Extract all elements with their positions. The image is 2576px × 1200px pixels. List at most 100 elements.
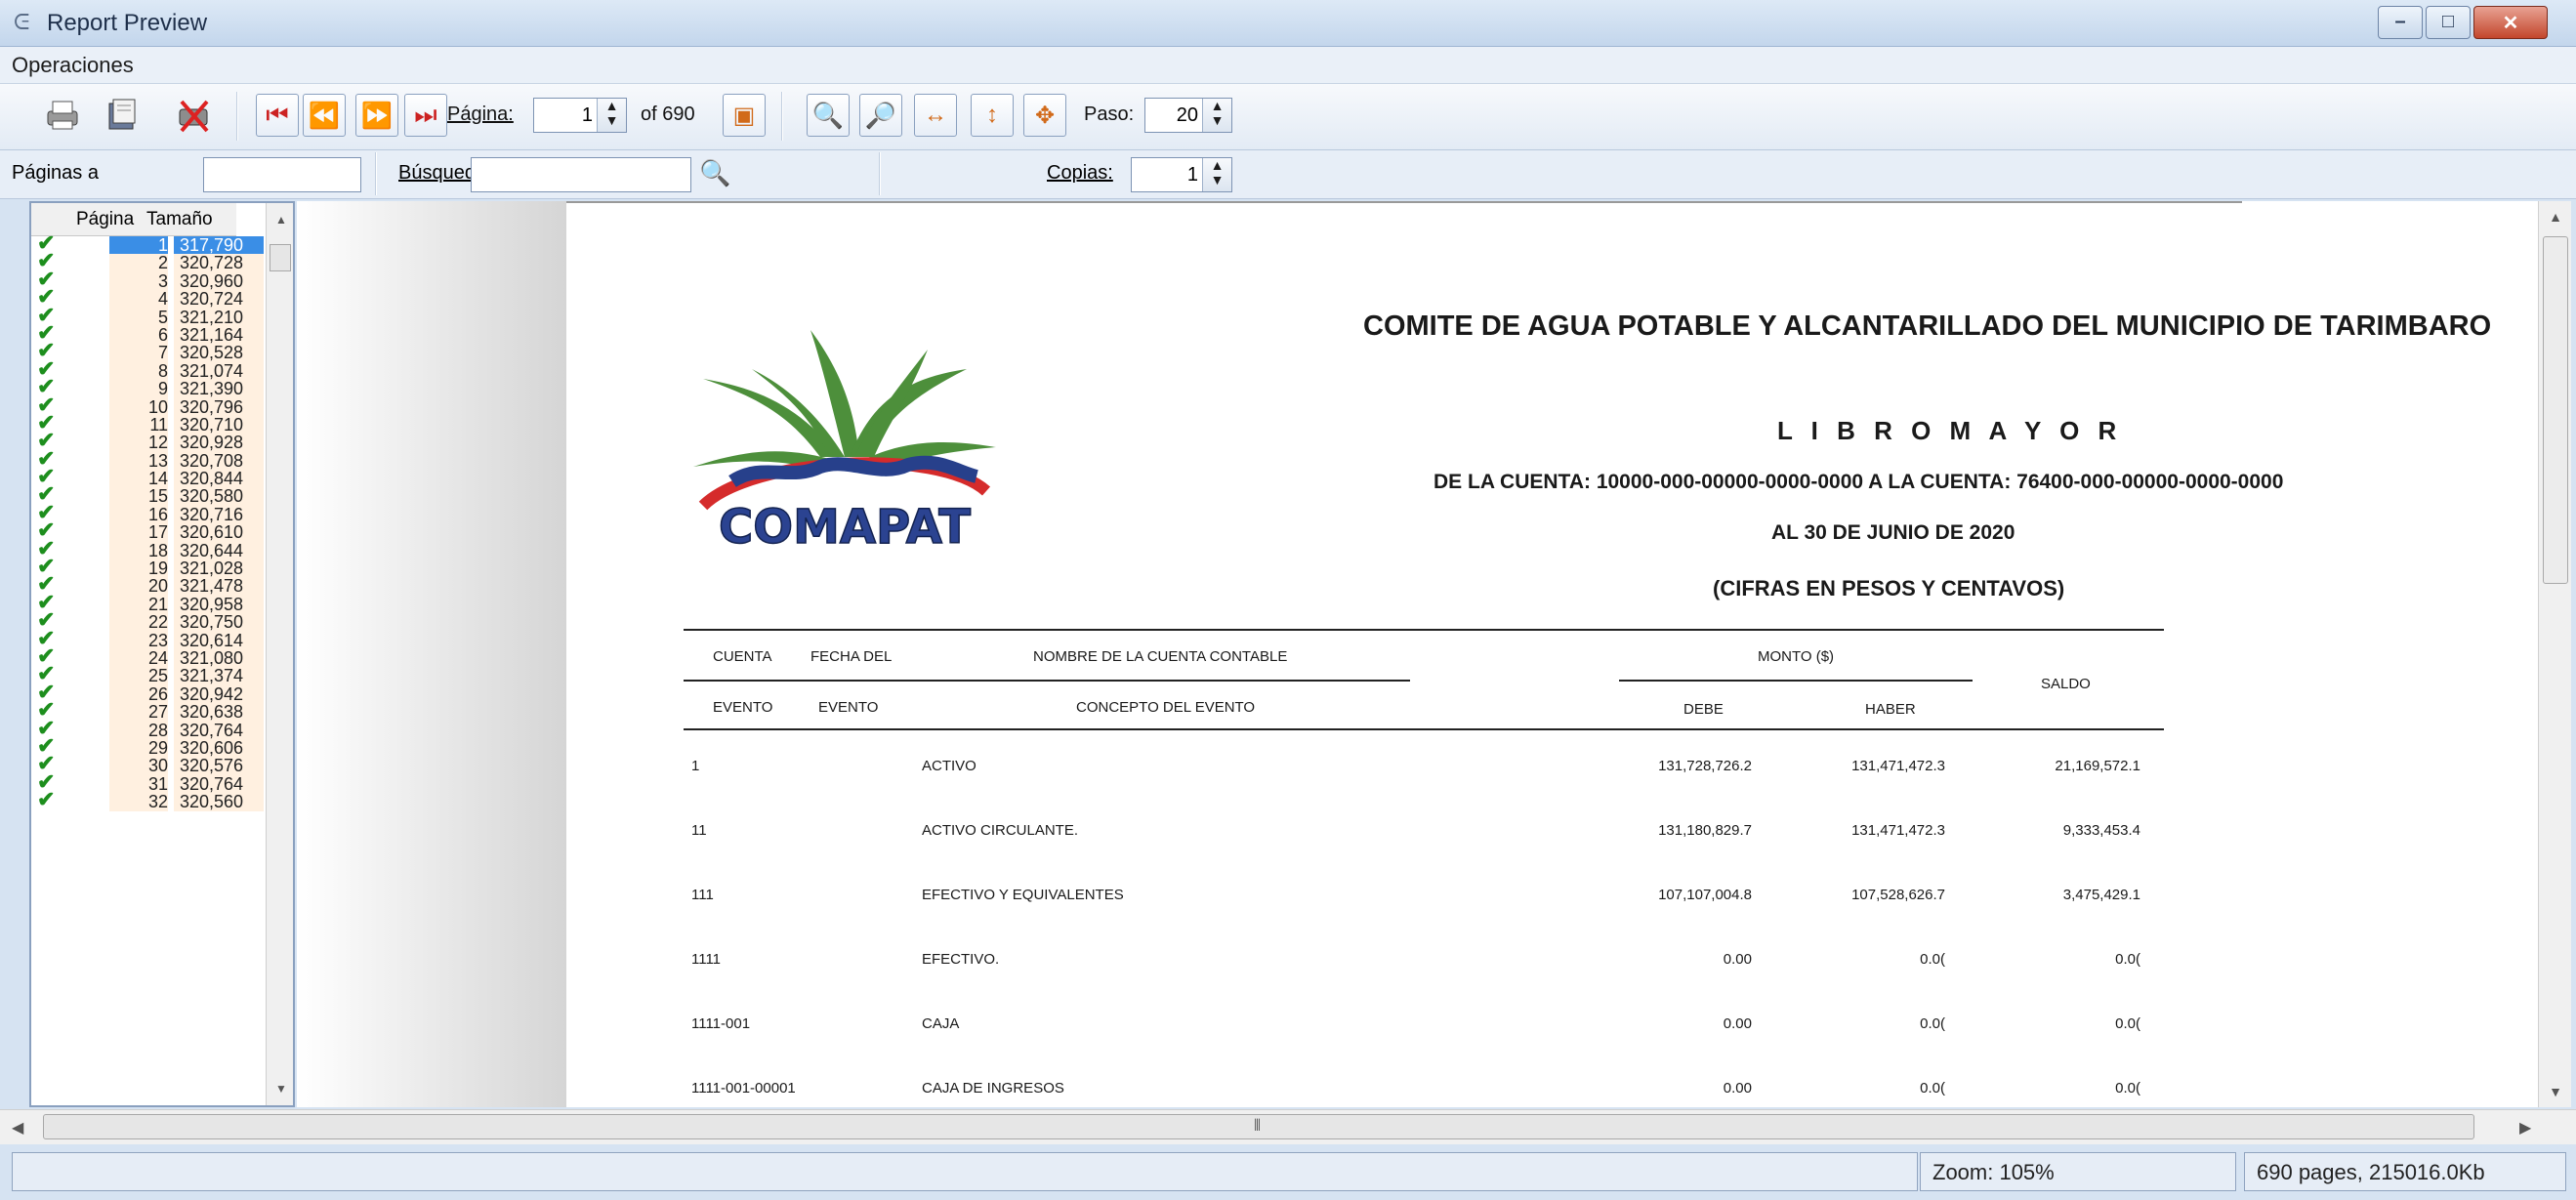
page-list-row[interactable]: ✔ 24 321,080	[31, 644, 264, 667]
page-list-row[interactable]: ✔ 6 321,164	[31, 321, 264, 344]
fit-width-button[interactable]: ↔	[914, 94, 957, 137]
page-list-row[interactable]: ✔ 32 320,560	[31, 788, 264, 811]
copies-spinner-arrows[interactable]: ▲ ▼	[1202, 158, 1231, 191]
close-preview-button[interactable]	[172, 94, 215, 137]
page-list-row[interactable]: ✔ 20 321,478	[31, 573, 264, 596]
close-button[interactable]: ✕	[2473, 6, 2548, 39]
fit-page-button[interactable]: ✥	[1023, 94, 1066, 137]
fit-height-button[interactable]: ↕	[971, 94, 1014, 137]
page-list-row[interactable]: ✔ 2 320,728	[31, 250, 264, 272]
pages-to-print-input[interactable]	[203, 157, 361, 192]
scroll-up-icon[interactable]: ▲	[2539, 209, 2572, 225]
page-number: 21	[109, 595, 168, 613]
next-page-button[interactable]: ⏩	[355, 94, 398, 137]
page-size: 320,960	[174, 271, 264, 290]
page-list-row[interactable]: ✔ 16 320,716	[31, 501, 264, 523]
minimize-icon: –	[2394, 11, 2406, 32]
scroll-left-icon[interactable]: ◀	[12, 1118, 23, 1138]
report-row-cuenta: 111	[691, 887, 714, 903]
report-row-cuenta: 1	[691, 758, 700, 774]
page-size: 320,928	[174, 434, 264, 452]
page-list-row[interactable]: ✔ 11 320,710	[31, 411, 264, 434]
page-size: 321,390	[174, 380, 264, 398]
report-row-saldo: 9,333,453.4	[2062, 822, 2140, 839]
maximize-button[interactable]: □	[2426, 6, 2471, 39]
page-list-row[interactable]: ✔ 25 321,374	[31, 663, 264, 685]
page-list-row[interactable]: ✔ 13 320,708	[31, 447, 264, 470]
page-size: 320,560	[174, 793, 264, 811]
minimize-button[interactable]: –	[2378, 6, 2423, 39]
page-list-row[interactable]: ✔ 30 320,576	[31, 753, 264, 775]
page-list-row[interactable]: ✔ 9 321,390	[31, 375, 264, 398]
page-number: 26	[109, 684, 168, 703]
zoom-in-button[interactable]: 🔍	[807, 94, 850, 137]
page-list-row[interactable]: ✔ 5 321,210	[31, 304, 264, 326]
print-setup-button[interactable]	[102, 94, 145, 137]
copies-spinner[interactable]: 1 ▲ ▼	[1131, 157, 1232, 192]
page-list-row[interactable]: ✔ 21 320,958	[31, 591, 264, 613]
page-list-row[interactable]: ✔ 26 320,942	[31, 681, 264, 703]
column-header-page[interactable]: Página	[76, 209, 134, 230]
app-icon: ᕮ	[14, 10, 30, 34]
page-list-row[interactable]: ✔ 8 321,074	[31, 357, 264, 380]
print-button[interactable]	[41, 94, 84, 137]
preview-vertical-scroll-thumb[interactable]	[2543, 236, 2568, 584]
page-size: 321,074	[174, 361, 264, 380]
report-preview-area[interactable]: COMAPAT COMITE DE AGUA POTABLE Y ALCANTA…	[297, 201, 2538, 1107]
page-list-row[interactable]: ✔ 28 320,764	[31, 717, 264, 739]
page-spinner-arrows[interactable]: ▲ ▼	[597, 99, 626, 132]
preview-horizontal-scrollbar[interactable]: ◀ ⦀ ▶	[0, 1109, 2576, 1144]
report-row-nombre: ACTIVO CIRCULANTE.	[922, 822, 1079, 839]
menu-operaciones[interactable]: Operaciones	[12, 53, 134, 78]
page-value: 1	[581, 104, 593, 126]
page-list-row[interactable]: ✔ 22 320,750	[31, 608, 264, 632]
fit-width-icon: ↔	[924, 102, 947, 128]
page-size: 320,528	[174, 344, 264, 362]
page-list-row[interactable]: ✔ 15 320,580	[31, 483, 264, 506]
scroll-up-icon[interactable]: ▲	[275, 213, 287, 227]
step-spinner[interactable]: 20 ▲ ▼	[1144, 98, 1232, 133]
page-number: 13	[109, 451, 168, 470]
comapat-logo: COMAPAT	[693, 330, 996, 556]
page-number: 20	[109, 577, 168, 596]
scroll-down-icon[interactable]: ▼	[2539, 1084, 2572, 1099]
page-list-row[interactable]: ✔ 29 320,606	[31, 734, 264, 757]
page-list-scroll-thumb[interactable]	[270, 244, 291, 271]
page-list-row[interactable]: ✔ 14 320,844	[31, 465, 264, 487]
last-page-button[interactable]: ⏭	[404, 94, 447, 137]
page-list-row[interactable]: ✔ 17 320,610	[31, 519, 264, 542]
page-list-row[interactable]: ✔ 3 320,960	[31, 268, 264, 290]
page-spinner[interactable]: 1 ▲ ▼	[533, 98, 627, 133]
page-list[interactable]: Página Tamaño ✔ 1 317,790 ✔ 2 320,728 ✔ 3 320,96…	[29, 201, 295, 1107]
search-icon[interactable]: 🔍	[699, 158, 730, 188]
page-list-scrollbar[interactable]: ▲ ▼	[266, 203, 293, 1105]
first-page-button[interactable]: ⏮	[256, 94, 299, 137]
scroll-right-icon[interactable]: ▶	[2519, 1118, 2531, 1138]
page-list-row[interactable]: ✔ 18 320,644	[31, 537, 264, 559]
column-header-size[interactable]: Tamaño	[146, 209, 213, 230]
page-list-row[interactable]: ✔ 10 320,796	[31, 393, 264, 416]
page-number: 18	[109, 541, 168, 559]
page-size: 321,028	[174, 559, 264, 577]
page-list-row[interactable]: ✔ 27 320,638	[31, 698, 264, 722]
page-list-row[interactable]: ✔ 19 321,028	[31, 555, 264, 577]
report-row-haber: 0.0(	[1920, 1080, 1945, 1097]
page-size: 320,580	[174, 487, 264, 506]
scroll-down-icon[interactable]: ▼	[275, 1082, 287, 1096]
header-mid-rule-right	[1619, 680, 1973, 682]
previous-page-button[interactable]: ⏪	[303, 94, 346, 137]
zoom-out-button[interactable]: 🔎	[859, 94, 902, 137]
page-list-row[interactable]: ✔ 12 320,928	[31, 430, 264, 452]
preview-vertical-scrollbar[interactable]: ▲ ▼	[2538, 201, 2571, 1107]
page-list-row[interactable]: ✔ 7 320,528	[31, 340, 264, 362]
search-input[interactable]	[471, 157, 691, 192]
page-list-row[interactable]: ✔ 4 320,724	[31, 285, 264, 309]
last-page-icon: ⏭	[414, 100, 437, 129]
page-goto-button[interactable]: ▣	[723, 94, 766, 137]
page-list-row[interactable]: ✔ 23 320,614	[31, 627, 264, 649]
step-spinner-arrows[interactable]: ▲ ▼	[1202, 99, 1231, 132]
header-fecha-del: FECHA DEL	[810, 648, 893, 665]
page-list-row[interactable]: ✔ 1 317,790	[31, 231, 264, 254]
page-list-row[interactable]: ✔ 31 320,764	[31, 770, 264, 793]
report-row-saldo: 21,169,572.1	[2055, 758, 2140, 774]
